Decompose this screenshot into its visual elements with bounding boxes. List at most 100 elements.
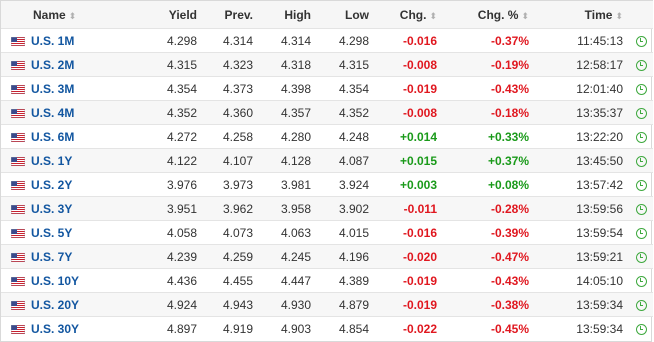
- time-cell: 14:05:10: [576, 273, 623, 288]
- time-cell: 13:59:34: [576, 321, 623, 336]
- chg-cell: -0.008: [402, 105, 437, 120]
- us-flag-icon: [11, 132, 25, 142]
- prev-cell: 4.455: [222, 273, 253, 288]
- high-cell: 4.280: [280, 129, 311, 144]
- chg-pct-cell: -0.38%: [490, 297, 529, 312]
- instrument-name-link[interactable]: U.S. 1Y: [31, 154, 72, 168]
- low-cell: 4.854: [338, 321, 369, 336]
- instrument-name-link[interactable]: U.S. 5Y: [31, 226, 72, 240]
- chg-cell: -0.019: [402, 81, 437, 96]
- prev-cell: 4.373: [222, 81, 253, 96]
- header-low[interactable]: Low: [317, 1, 375, 29]
- flag-cell: [1, 53, 27, 77]
- table-row[interactable]: U.S. 10Y 4.436 4.455 4.447 4.389 -0.019 …: [1, 268, 653, 293]
- yield-cell: 4.239: [166, 249, 197, 264]
- time-cell: 13:59:34: [576, 297, 623, 312]
- sort-icon: ⬍: [615, 10, 623, 21]
- table-row[interactable]: U.S. 30Y 4.897 4.919 4.903 4.854 -0.022 …: [1, 316, 653, 341]
- flag-cell: [1, 293, 27, 317]
- high-cell: 4.318: [280, 57, 311, 72]
- high-cell: 4.930: [280, 297, 311, 312]
- low-cell: 4.087: [338, 153, 369, 168]
- header-time[interactable]: Time ⬍: [535, 1, 629, 29]
- prev-cell: 4.360: [222, 105, 253, 120]
- high-cell: 3.958: [280, 201, 311, 216]
- table-row[interactable]: U.S. 2Y 3.976 3.973 3.981 3.924 +0.003 +…: [1, 172, 653, 197]
- table-row[interactable]: U.S. 1M 4.298 4.314 4.314 4.298 -0.016 -…: [1, 28, 653, 53]
- header-time-label: Time: [584, 7, 613, 22]
- yield-cell: 4.058: [166, 225, 197, 240]
- table-row[interactable]: U.S. 1Y 4.122 4.107 4.128 4.087 +0.015 +…: [1, 148, 653, 173]
- high-cell: 4.398: [280, 81, 311, 96]
- us-flag-icon: [11, 180, 25, 190]
- table-row[interactable]: U.S. 3M 4.354 4.373 4.398 4.354 -0.019 -…: [1, 76, 653, 101]
- yield-cell: 4.897: [166, 321, 197, 336]
- instrument-name-link[interactable]: U.S. 10Y: [31, 274, 79, 288]
- table-row[interactable]: U.S. 3Y 3.951 3.962 3.958 3.902 -0.011 -…: [1, 196, 653, 221]
- high-cell: 3.981: [280, 177, 311, 192]
- low-cell: 4.248: [338, 129, 369, 144]
- header-chg[interactable]: Chg. ⬍: [375, 1, 443, 29]
- instrument-name-link[interactable]: U.S. 2Y: [31, 178, 72, 192]
- clock-icon: [635, 203, 647, 215]
- instrument-name-link[interactable]: U.S. 30Y: [31, 322, 79, 336]
- instrument-name-link[interactable]: U.S. 4M: [31, 106, 74, 120]
- clock-icon: [635, 83, 647, 95]
- table-row[interactable]: U.S. 4M 4.352 4.360 4.357 4.352 -0.008 -…: [1, 100, 653, 125]
- clock-icon: [635, 324, 647, 336]
- table-row[interactable]: U.S. 5Y 4.058 4.073 4.063 4.015 -0.016 -…: [1, 220, 653, 245]
- time-cell: 13:59:21: [576, 249, 623, 264]
- chg-cell: +0.003: [399, 177, 437, 192]
- high-cell: 4.357: [280, 105, 311, 120]
- prev-cell: 4.258: [222, 129, 253, 144]
- instrument-name-link[interactable]: U.S. 1M: [31, 34, 74, 48]
- chg-pct-cell: +0.33%: [487, 129, 529, 144]
- prev-cell: 3.973: [222, 177, 253, 192]
- us-flag-icon: [11, 276, 25, 286]
- flag-cell: [1, 269, 27, 293]
- table-row[interactable]: U.S. 7Y 4.239 4.259 4.245 4.196 -0.020 -…: [1, 244, 653, 269]
- yield-cell: 4.315: [166, 57, 197, 72]
- table-row[interactable]: U.S. 20Y 4.924 4.943 4.930 4.879 -0.019 …: [1, 292, 653, 317]
- yield-cell: 4.272: [166, 129, 197, 144]
- chg-cell: -0.019: [402, 297, 437, 312]
- clock-icon: [635, 227, 647, 239]
- clock-icon: [635, 179, 647, 191]
- flag-cell: [1, 317, 27, 341]
- instrument-name-link[interactable]: U.S. 7Y: [31, 250, 72, 264]
- table-row[interactable]: U.S. 6M 4.272 4.258 4.280 4.248 +0.014 +…: [1, 124, 653, 149]
- instrument-name-link[interactable]: U.S. 3Y: [31, 202, 72, 216]
- yield-cell: 4.436: [166, 273, 197, 288]
- low-cell: 4.389: [338, 273, 369, 288]
- flag-cell: [1, 77, 27, 101]
- instrument-name-link[interactable]: U.S. 3M: [31, 82, 74, 96]
- header-high[interactable]: High: [259, 1, 317, 29]
- clock-icon: [635, 251, 647, 263]
- header-status: [629, 1, 653, 29]
- flag-cell: [1, 149, 27, 173]
- prev-cell: 4.259: [222, 249, 253, 264]
- time-cell: 13:45:50: [576, 153, 623, 168]
- instrument-name-link[interactable]: U.S. 20Y: [31, 298, 79, 312]
- time-cell: 13:57:42: [576, 177, 623, 192]
- header-name[interactable]: Name ⬍: [27, 1, 139, 29]
- flag-cell: [1, 197, 27, 221]
- flag-cell: [1, 125, 27, 149]
- chg-cell: +0.014: [399, 129, 437, 144]
- header-name-label: Name: [33, 7, 66, 22]
- header-prev[interactable]: Prev.: [203, 1, 259, 29]
- us-flag-icon: [11, 252, 25, 262]
- table-row[interactable]: U.S. 2M 4.315 4.323 4.318 4.315 -0.008 -…: [1, 52, 653, 77]
- header-chg-pct[interactable]: Chg. % ⬍: [443, 1, 535, 29]
- instrument-name-link[interactable]: U.S. 6M: [31, 130, 74, 144]
- instrument-name-link[interactable]: U.S. 2M: [31, 58, 74, 72]
- yield-cell: 4.352: [166, 105, 197, 120]
- low-cell: 4.298: [338, 33, 369, 48]
- us-flag-icon: [11, 204, 25, 214]
- prev-cell: 3.962: [222, 201, 253, 216]
- clock-icon: [635, 35, 647, 47]
- us-flag-icon: [11, 60, 25, 70]
- header-yield[interactable]: Yield: [139, 1, 203, 29]
- prev-cell: 4.314: [222, 33, 253, 48]
- us-flag-icon: [11, 228, 25, 238]
